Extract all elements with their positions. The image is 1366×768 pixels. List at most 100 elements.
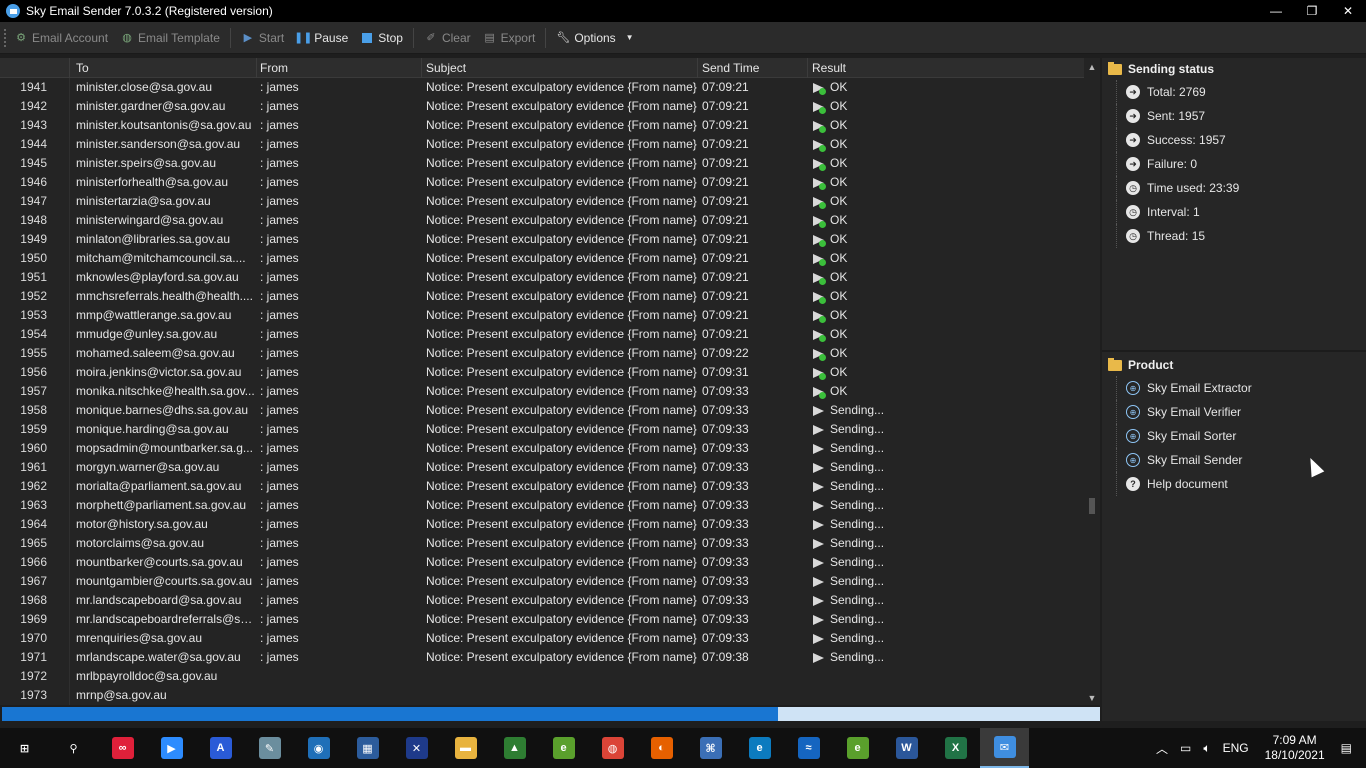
table-row[interactable]: 1971 mrlandscape.water@sa.gov.au: james No…: [0, 648, 1100, 667]
scroll-up-arrow-icon[interactable]: ▲: [1084, 60, 1100, 74]
clock[interactable]: 7:09 AM 18/10/2021: [1255, 733, 1335, 763]
product-link[interactable]: ⊕ Sky Email Extractor: [1102, 376, 1366, 400]
send-time: 07:09:21: [702, 194, 749, 208]
row-number: 1970: [0, 629, 70, 648]
table-row[interactable]: 1961 morgyn.warner@sa.gov.au: james Notice…: [0, 458, 1100, 477]
close-button[interactable]: ✕: [1330, 0, 1366, 22]
table-row[interactable]: 1959 monique.harding@sa.gov.au: james Noti…: [0, 420, 1100, 439]
table-row[interactable]: 1969 mr.landscapeboardreferrals@sa....: j…: [0, 610, 1100, 629]
table-row[interactable]: 1946 ministerforhealth@sa.gov.au: james No…: [0, 173, 1100, 192]
row-number: 1956: [0, 363, 70, 382]
row-number: 1946: [0, 173, 70, 192]
table-row[interactable]: 1945 minister.speirs@sa.gov.au: james Noti…: [0, 154, 1100, 173]
column-header-to[interactable]: To: [70, 58, 257, 78]
product-link[interactable]: ⊕ Sky Email Verifier: [1102, 400, 1366, 424]
column-header-subject[interactable]: Subject: [422, 58, 698, 78]
table-row[interactable]: 1973 mrnp@sa.gov.au: [0, 686, 1100, 705]
table-row[interactable]: 1952 mmchsreferrals.health@health....: ja…: [0, 287, 1100, 306]
table-row[interactable]: 1965 motorclaims@sa.gov.au: james Notice: …: [0, 534, 1100, 553]
result-text: OK: [830, 384, 848, 398]
table-row[interactable]: 1960 mopsadmin@mountbarker.sa.g...: james…: [0, 439, 1100, 458]
taskbar-app-paint[interactable]: ✎: [245, 728, 294, 768]
taskbar-firefox[interactable]: ◐: [637, 728, 686, 768]
table-row[interactable]: 1944 minister.sanderson@sa.gov.au: james N…: [0, 135, 1100, 154]
app-chart-icon: ▲: [503, 737, 526, 759]
result-text: OK: [830, 251, 848, 265]
status-item: ◷ Interval: 1: [1102, 200, 1366, 224]
sending-status-header[interactable]: Sending status: [1102, 58, 1366, 80]
table-row[interactable]: 1948 ministerwingard@sa.gov.au: james Noti…: [0, 211, 1100, 230]
result-text: Sending...: [830, 460, 885, 474]
table-row[interactable]: 1943 minister.koutsantonis@sa.gov.au: jam…: [0, 116, 1100, 135]
taskbar-zoom[interactable]: ▶: [147, 728, 196, 768]
clear-button[interactable]: ✐ Clear: [418, 26, 477, 50]
product-header[interactable]: Product: [1102, 354, 1366, 376]
pause-button[interactable]: ❚❚ Pause: [290, 26, 354, 50]
taskbar-app-red[interactable]: ∞: [98, 728, 147, 768]
table-row[interactable]: 1951 mknowles@playford.sa.gov.au: james No…: [0, 268, 1100, 287]
taskbar-app-blue-a[interactable]: A: [196, 728, 245, 768]
chevron-up-icon[interactable]: ︿: [1150, 740, 1174, 757]
table-row[interactable]: 1972 mrlbpayrolldoc@sa.gov.au: [0, 667, 1100, 686]
table-row[interactable]: 1967 mountgambier@courts.sa.gov.au: james…: [0, 572, 1100, 591]
product-link[interactable]: ⊕ Sky Email Sender: [1102, 448, 1366, 472]
recipient-email: minister.sanderson@sa.gov.au: [76, 137, 241, 151]
table-row[interactable]: 1966 mountbarker@courts.sa.gov.au: james N…: [0, 553, 1100, 572]
taskbar-file-explorer[interactable]: ▬: [441, 728, 490, 768]
table-row[interactable]: 1957 monika.nitschke@health.sa.gov...: ja…: [0, 382, 1100, 401]
taskbar-app-chart[interactable]: ▲: [490, 728, 539, 768]
volume-icon[interactable]: 🔈︎: [1197, 741, 1216, 756]
table-row[interactable]: 1968 mr.landscapeboard@sa.gov.au: james No…: [0, 591, 1100, 610]
product-link[interactable]: ? Help document: [1102, 472, 1366, 496]
minimize-button[interactable]: —: [1258, 0, 1294, 22]
scroll-thumb[interactable]: [1089, 498, 1095, 514]
sending-icon: [812, 594, 826, 608]
taskbar-word[interactable]: W: [882, 728, 931, 768]
taskbar-app-green-e2[interactable]: e: [833, 728, 882, 768]
product-link[interactable]: ⊕ Sky Email Sorter: [1102, 424, 1366, 448]
table-row[interactable]: 1955 mohamed.saleem@sa.gov.au: james Notic…: [0, 344, 1100, 363]
taskbar-sky-email-sender[interactable]: ✉: [980, 728, 1029, 768]
stop-button[interactable]: Stop: [354, 26, 409, 50]
taskbar-chrome[interactable]: ◍: [588, 728, 637, 768]
taskbar-app-green-e[interactable]: e: [539, 728, 588, 768]
table-row[interactable]: 1963 morphett@parliament.sa.gov.au: james…: [0, 496, 1100, 515]
column-header-send-time[interactable]: Send Time: [698, 58, 808, 78]
restore-button[interactable]: ❐: [1294, 0, 1330, 22]
table-row[interactable]: 1964 motor@history.sa.gov.au: james Notice…: [0, 515, 1100, 534]
vertical-scrollbar[interactable]: ▲ ▼: [1084, 58, 1100, 705]
table-row[interactable]: 1941 minister.close@sa.gov.au: james Notic…: [0, 78, 1100, 97]
network-icon[interactable]: ▭: [1174, 741, 1197, 755]
column-header-result[interactable]: Result: [808, 58, 1078, 78]
options-button[interactable]: 🔧︎ Options ▼: [550, 26, 639, 50]
taskbar-app-circle[interactable]: ◉: [294, 728, 343, 768]
email-template-button[interactable]: ◍ Email Template: [114, 26, 226, 50]
table-row[interactable]: 1947 ministertarzia@sa.gov.au: james Notic…: [0, 192, 1100, 211]
table-row[interactable]: 1949 minlaton@libraries.sa.gov.au: james N…: [0, 230, 1100, 249]
column-header-from[interactable]: From: [257, 58, 422, 78]
taskbar-start-button[interactable]: ⊞: [0, 728, 49, 768]
row-number-header[interactable]: [0, 58, 70, 78]
language-indicator[interactable]: ENG: [1217, 741, 1255, 755]
table-row[interactable]: 1970 mrenquiries@sa.gov.au: james Notice: …: [0, 629, 1100, 648]
table-row[interactable]: 1942 minister.gardner@sa.gov.au: james Not…: [0, 97, 1100, 116]
send-time: 07:09:31: [702, 365, 749, 379]
notification-icon[interactable]: ▤: [1335, 741, 1366, 755]
taskbar-app-x[interactable]: ✕: [392, 728, 441, 768]
table-row[interactable]: 1956 moira.jenkins@victor.sa.gov.au: jame…: [0, 363, 1100, 382]
table-row[interactable]: 1962 morialta@parliament.sa.gov.au: james…: [0, 477, 1100, 496]
table-row[interactable]: 1953 mmp@wattlerange.sa.gov.au: james Noti…: [0, 306, 1100, 325]
taskbar-search[interactable]: ⚲: [49, 728, 98, 768]
taskbar-app-network[interactable]: ⌘: [686, 728, 735, 768]
taskbar-excel[interactable]: X: [931, 728, 980, 768]
email-account-button[interactable]: ⚙ Email Account: [8, 26, 114, 50]
export-button[interactable]: ▤ Export: [477, 26, 542, 50]
start-button[interactable]: ▶ Start: [235, 26, 290, 50]
table-row[interactable]: 1958 monique.barnes@dhs.sa.gov.au: james N…: [0, 401, 1100, 420]
taskbar-app-blue-wave[interactable]: ≈: [784, 728, 833, 768]
taskbar-calculator[interactable]: ▦: [343, 728, 392, 768]
taskbar-edge[interactable]: e: [735, 728, 784, 768]
scroll-down-arrow-icon[interactable]: ▼: [1084, 691, 1100, 705]
table-row[interactable]: 1954 mmudge@unley.sa.gov.au: james Notice:…: [0, 325, 1100, 344]
table-row[interactable]: 1950 mitcham@mitchamcouncil.sa....: james…: [0, 249, 1100, 268]
